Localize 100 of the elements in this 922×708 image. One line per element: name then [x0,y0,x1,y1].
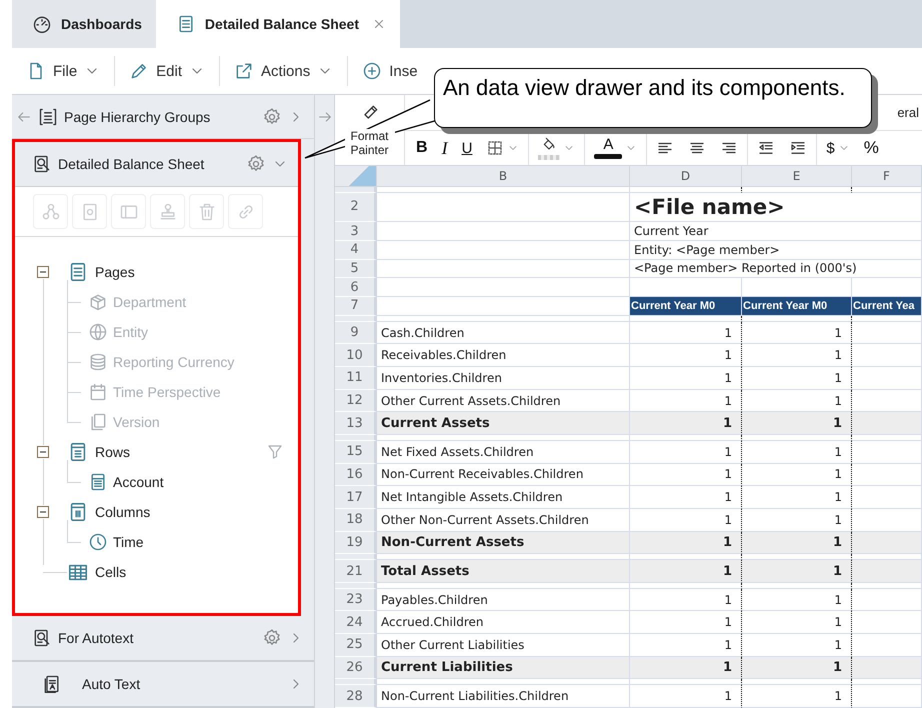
row-label-cell: Current Liabilities [377,656,630,680]
tree-item[interactable]: Time [113,534,144,550]
value-cell: 1 [742,344,852,368]
fontcolor-button[interactable]: A [587,133,644,163]
row-label-cell: Net Fixed Assets.Children [377,440,630,464]
table-cell [852,611,922,634]
table-cell [852,685,922,708]
text-cell: Entity: <Page member> [630,240,922,260]
row-number: 17 [335,486,377,509]
value-cell: 1 [630,656,742,680]
box-icon [88,292,108,312]
collapse-icon[interactable] [37,266,49,278]
trash-icon [196,202,216,222]
row-number: 6 [335,278,377,298]
row-number: 3 [335,222,377,241]
table-cell [852,532,922,554]
settings-icon [262,628,282,648]
row-label-cell: Cash.Children [377,322,630,344]
text-cell: <Page member> Reported in (000's) [630,260,922,278]
paint-bucket-icon [541,136,558,152]
value-cell: 1 [630,685,742,708]
indent-icon [789,139,808,157]
menu-button[interactable]: Inse [348,56,418,86]
tab[interactable]: Dashboards [12,0,156,48]
table-cell [852,440,922,464]
bold-button[interactable]: B [409,133,435,163]
tab[interactable]: Detailed Balance Sheet [156,0,400,48]
data-view-icon [32,154,52,174]
row-number: 18 [335,508,377,532]
value-cell: 1 [742,322,852,344]
value-cell: 1 [630,367,742,390]
row-number: 7 [335,297,377,316]
row-number: 11 [335,367,377,390]
row-label-cell: Non-Current Liabilities.Children [377,685,630,708]
filter-icon [266,443,284,461]
value-cell: 1 [630,588,742,612]
column-header-cell: Current Yea [852,297,922,316]
value-cell: 1 [630,464,742,486]
value-cell: 1 [742,412,852,436]
gauge-icon [32,14,52,34]
value-cell: 1 [630,560,742,583]
row-number: 15 [335,440,377,464]
nodes-icon [40,202,60,222]
row-number: 13 [335,412,377,436]
value-cell: 1 [742,560,852,583]
row-number: 9 [335,322,377,344]
column-letter[interactable]: D [630,166,742,186]
row-label-cell: Current Assets [377,412,630,436]
column-letter[interactable]: E [742,166,852,186]
menu-button[interactable]: Actions [220,56,348,86]
row-label-cell: Net Intangible Assets.Children [377,486,630,509]
calendar-icon [88,382,108,402]
number-format-dropdown[interactable]: eral [897,105,919,120]
collapse-icon[interactable] [37,506,49,518]
row-number: 10 [335,344,377,368]
value-cell: 1 [742,367,852,390]
menu-button[interactable]: File [12,56,116,86]
table-cell [852,344,922,368]
value-cell: 1 [630,322,742,344]
panel-header[interactable]: Detailed Balance Sheet [15,142,298,187]
row-number: 5 [335,260,377,278]
row-number: 21 [335,560,377,583]
text-cell: Current Year [630,222,922,241]
value-cell: 1 [742,532,852,554]
table-cell [852,588,922,612]
underline-button[interactable]: U [454,133,480,163]
data-view-icon [32,628,52,648]
settings-icon [246,154,266,174]
value-cell: 1 [742,656,852,680]
currency-button[interactable]: $ [819,133,857,163]
table-cell [852,367,922,390]
table-cell [852,656,922,680]
plus-circle-icon [362,61,382,81]
tree-item[interactable]: Cells [95,564,126,580]
menu-button[interactable]: Edit [115,56,220,86]
tree-item[interactable]: Pages [95,264,135,280]
tree-item[interactable]: Columns [95,504,150,520]
tree-item[interactable]: Account [113,474,164,490]
value-cell: 1 [630,344,742,368]
column-letter[interactable]: F [852,166,922,186]
table-cell [852,322,922,344]
settings-icon [262,106,282,126]
row-label-cell: Accrued.Children [377,611,630,634]
row-number: 16 [335,464,377,486]
title-cell: <File name> [630,192,922,222]
row-label-cell: Total Assets [377,560,630,583]
percent-button[interactable]: % [856,133,886,163]
clock-icon [88,532,108,552]
column-header-cell: Current Year M0 [742,297,852,316]
column-letter[interactable]: B [377,166,630,186]
row-label-cell: Non-Current Receivables.Children [377,464,630,486]
value-cell: 1 [742,685,852,708]
tree-item[interactable]: Rows [95,444,130,460]
globe-icon [88,322,108,342]
row-label-cell: Inventories.Children [377,367,630,390]
row-number: 23 [335,588,377,612]
row-label-cell: Receivables.Children [377,344,630,368]
value-cell: 1 [742,588,852,612]
value-cell: 1 [742,464,852,486]
collapse-icon[interactable] [37,446,49,458]
